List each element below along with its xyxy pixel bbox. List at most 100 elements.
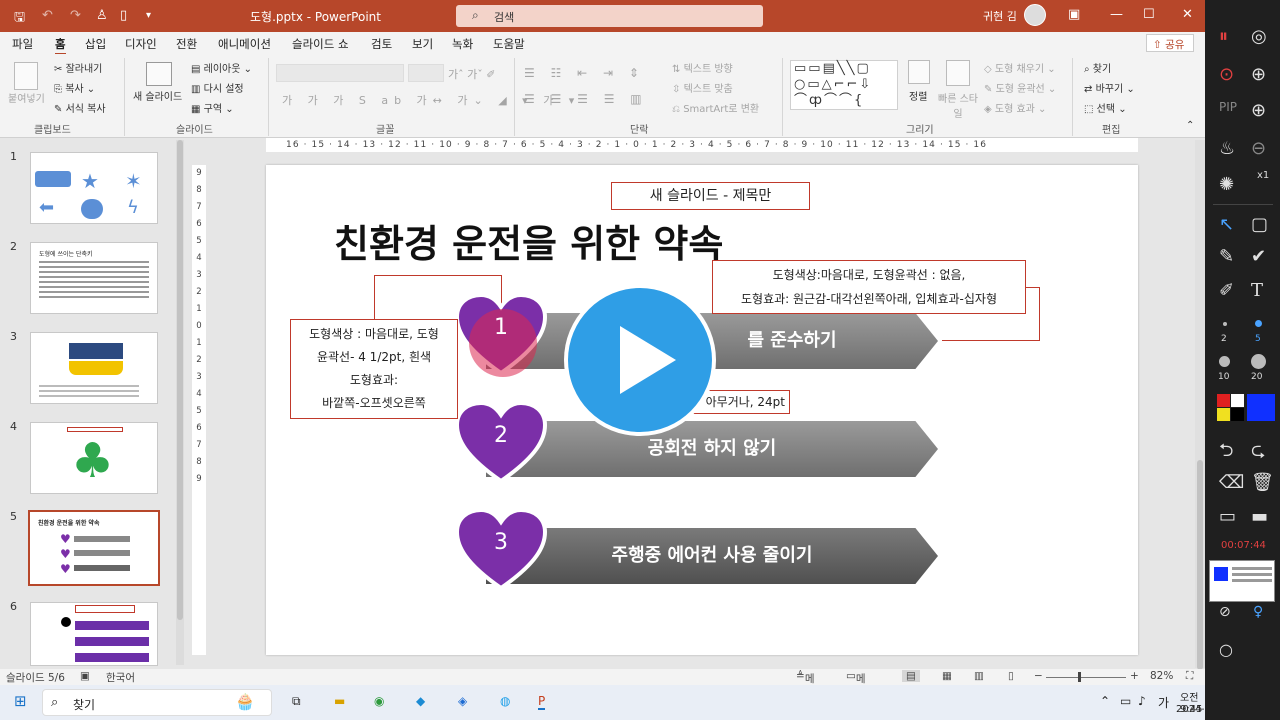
item-band-2[interactable]: 공회전 하지 않기 [486, 421, 938, 477]
item-band-3[interactable]: 주행중 에어컨 사용 줄이기 [486, 528, 938, 584]
heart-shape-3[interactable]: 3 [454, 507, 548, 592]
thumbnail-scrollbar[interactable] [176, 140, 184, 665]
magnifier-off-icon[interactable]: ⊖ [1251, 138, 1266, 159]
slide-scrollbar[interactable] [1195, 140, 1205, 670]
quick-styles-icon[interactable] [946, 60, 970, 86]
tray-expand-icon[interactable]: ⌃ [1100, 694, 1110, 708]
color-swatch-red[interactable] [1217, 394, 1230, 407]
notes-button[interactable]: ≜ 메모 [796, 670, 814, 700]
scroll-thumb[interactable] [177, 140, 183, 620]
pause-record-icon[interactable]: ⏸ [1219, 26, 1228, 47]
powerpoint-icon[interactable]: P [538, 694, 546, 710]
tab-animations[interactable]: 애니메이션 [218, 36, 271, 52]
slide-sorter-icon[interactable]: ▦ [942, 670, 952, 682]
slide-canvas[interactable]: 새 슬라이드 - 제목만 친환경 운전을 위한 약속 를 준수하기 공회전 하지… [266, 165, 1138, 655]
settings-icon[interactable]: ○ [1219, 640, 1233, 659]
comments-button[interactable]: ▭ 메모 [846, 670, 866, 700]
redo-icon[interactable]: ↷ [70, 8, 81, 23]
align-buttons[interactable]: ☰ ☰ ☰ ☰ ▥ [524, 92, 648, 106]
spotlight-icon[interactable]: ♨ [1219, 138, 1235, 159]
task-view-icon[interactable]: ⧉ [292, 694, 301, 709]
new-slide-icon[interactable] [146, 62, 172, 86]
shape-effects-button[interactable]: ◈ 도형 효과 ⌄ [984, 100, 1046, 115]
zoom-slider[interactable] [1046, 677, 1126, 678]
text-direction-button[interactable]: ⇅ 텍스트 방향 [672, 60, 733, 75]
tab-review[interactable]: 검토 [371, 36, 392, 52]
font-size-buttons[interactable]: 가ˆ 가ˇ ✐ [448, 66, 495, 82]
section-button[interactable]: ▦ 구역 ⌄ [191, 100, 234, 115]
cursor-effect-icon[interactable]: ✺ [1219, 174, 1234, 195]
slide-thumbnail-1[interactable]: ★ ✶ ⬅ ϟ [30, 152, 158, 224]
trash-icon[interactable]: 🗑 [1251, 472, 1274, 493]
pip-icon[interactable]: PIP [1219, 100, 1237, 114]
paste-button[interactable]: 붙여넣기 [8, 90, 45, 105]
slide-thumbnail-2[interactable]: 도형에 쓰이는 단축키 [30, 242, 158, 314]
file-explorer-icon[interactable]: ▬ [334, 694, 345, 708]
tab-insert[interactable]: 삽입 [85, 36, 106, 52]
cut-button[interactable]: ✂ 잘라내기 [54, 60, 102, 75]
brush-size-dot[interactable] [1223, 322, 1227, 326]
preview-thumbnail[interactable] [1209, 560, 1275, 602]
heart-shape-1[interactable]: 1 [454, 292, 548, 377]
arrange-icon[interactable] [908, 60, 930, 84]
color-swatch-black[interactable] [1231, 408, 1244, 421]
whiteboard-icon[interactable]: ▭ [1219, 506, 1236, 527]
text-tool-icon[interactable]: T [1251, 280, 1263, 301]
camera-icon[interactable]: ◎ [1251, 26, 1267, 47]
ribbon-display-icon[interactable]: ▣ [1068, 7, 1080, 22]
paste-icon[interactable] [14, 62, 38, 90]
language[interactable]: 한국어 [106, 670, 135, 685]
find-button[interactable]: ⌕ 찾기 [1084, 60, 1111, 75]
fit-slide-icon[interactable]: ⛶ [1186, 670, 1193, 683]
customize-icon[interactable]: ▾ [146, 10, 151, 21]
ime-indicator[interactable]: 가 [1158, 694, 1169, 711]
quick-styles-button[interactable]: 빠른 스타일 [938, 90, 978, 120]
zoom-out-icon[interactable]: − [1034, 670, 1043, 682]
zoom-in-icon[interactable]: + [1130, 670, 1139, 682]
brush-size-dot[interactable] [1251, 354, 1266, 369]
app-icon[interactable]: ◆ [416, 694, 425, 708]
shapes-gallery[interactable]: ▭▭▤╲╲▢ ○▭△⌐⌐⇩ ⌒ȹ⌒⌒{ [790, 60, 898, 110]
slide-thumbnail-3[interactable] [30, 332, 158, 404]
font-size-box[interactable] [408, 64, 444, 82]
new-slide-button[interactable]: 새 슬라이드 [133, 88, 182, 103]
callout-right[interactable]: 도형색상:마음대로, 도형윤곽선 : 없음, 도형효과: 원근감-대각선왼쪽아래… [712, 260, 1026, 314]
smartart-button[interactable]: ⎌ SmartArt로 변환 [672, 100, 759, 115]
search-box[interactable]: ⌕ 검색 [456, 5, 763, 27]
tab-home[interactable]: 홈 [55, 36, 66, 55]
brush-size-dot[interactable] [1219, 356, 1230, 367]
undo-icon[interactable]: ↶ [42, 8, 53, 23]
tab-view[interactable]: 보기 [412, 36, 433, 52]
color-swatch-white[interactable] [1231, 394, 1244, 407]
microphone-icon[interactable]: ♀ [1253, 604, 1263, 620]
brush-size-dot[interactable] [1255, 320, 1262, 327]
zoom-slider-thumb[interactable] [1078, 672, 1081, 682]
heart-shape-2[interactable]: 2 [454, 400, 548, 485]
undo-icon[interactable]: ⮌ [1219, 438, 1233, 468]
tab-file[interactable]: 파일 [12, 36, 33, 52]
layout-label-box[interactable]: 새 슬라이드 - 제목만 [611, 182, 810, 210]
arrange-button[interactable]: 정렬 [909, 88, 927, 103]
volume-icon[interactable]: ♪ [1138, 694, 1146, 708]
slide-thumbnail-6[interactable] [30, 602, 158, 666]
pen-tool-icon[interactable]: ✎ [1219, 246, 1234, 267]
close-icon[interactable]: ✕ [1182, 7, 1193, 22]
stop-record-icon[interactable]: ⊙ [1219, 64, 1234, 85]
zoom-level[interactable]: 82% [1150, 670, 1173, 682]
present-icon[interactable]: ♙ [96, 8, 108, 23]
reset-button[interactable]: ▥ 다시 설정 [191, 80, 244, 95]
redo-icon[interactable]: ⮎ [1251, 438, 1265, 468]
replace-button[interactable]: ⇄ 바꾸기 ⌄ [1084, 80, 1135, 95]
callout-left[interactable]: 도형색상 : 마음대로, 도형 윤곽선- 4 1/2pt, 흰색 도형효과: 바… [290, 319, 458, 419]
tab-transitions[interactable]: 전환 [176, 36, 197, 52]
minimize-icon[interactable]: — [1110, 7, 1123, 22]
blackboard-icon[interactable]: ▬ [1251, 506, 1268, 527]
select-button[interactable]: ⬚ 선택 ⌄ [1084, 100, 1127, 115]
mute-icon[interactable]: ⊘ [1219, 604, 1231, 620]
font-name-box[interactable] [276, 64, 404, 82]
scroll-thumb[interactable] [1197, 460, 1203, 670]
highlighter-tool-icon[interactable]: ✐ [1219, 280, 1234, 301]
collapse-ribbon-icon[interactable]: ⌃ [1186, 120, 1194, 131]
play-icon[interactable] [568, 288, 712, 432]
current-color-swatch[interactable] [1247, 394, 1275, 421]
